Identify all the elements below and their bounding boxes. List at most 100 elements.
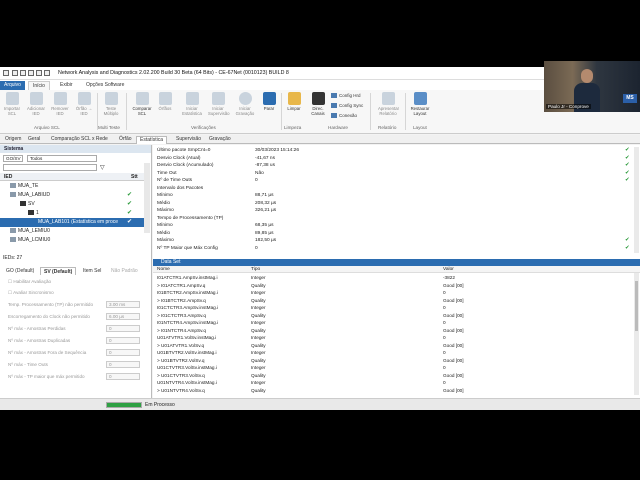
compare-scl-button[interactable]: Comparar SCL	[132, 92, 152, 116]
group-label: Verificações	[191, 125, 216, 130]
ok-icon: ✔	[126, 219, 132, 225]
tree-item[interactable]: SV ✔	[0, 200, 144, 209]
group-label: Layout	[413, 125, 427, 130]
config-hrd-button[interactable]: Config Hrd	[331, 93, 361, 99]
tab-sv-default[interactable]: SV (Default)	[40, 267, 77, 275]
start-statistics-button[interactable]: Iniciar Estatística	[182, 92, 202, 116]
clock-input[interactable]: 6.00 µs	[106, 313, 140, 320]
search-input[interactable]	[3, 164, 97, 171]
tab-geral[interactable]: Geral	[25, 136, 43, 144]
tab-comparacao[interactable]: Comparação SCL x Rede	[48, 136, 111, 144]
clear-button[interactable]: Limpar	[284, 92, 304, 111]
stop-icon	[262, 92, 276, 105]
direct-channels-button[interactable]: Direc. Canais	[308, 92, 328, 116]
prop-eval-sync[interactable]: ☐ Avaliar Sincronismo	[8, 290, 54, 296]
save-icon[interactable]	[28, 70, 34, 76]
stat-row: Mínimo 68,35 µs	[157, 222, 635, 229]
report-button[interactable]: Apresentar Relatório	[378, 92, 399, 116]
dropdown-icon[interactable]	[44, 70, 50, 76]
table-row[interactable]: I01ATCTR1.AmpSv.instMag.i Integer -3822	[153, 274, 633, 282]
cell-nome: U01BTVTR2.VolSv.instMag.i	[157, 350, 217, 355]
stat-row: Médio 208,32 µs	[157, 200, 635, 207]
tree-item[interactable]: MUA_TE	[0, 182, 144, 191]
orphans-button[interactable]: Órfãos	[155, 92, 175, 111]
add-ied-button[interactable]: Adicionar IED	[26, 92, 46, 116]
tab-origem[interactable]: Origem	[2, 136, 24, 144]
print-icon[interactable]	[36, 70, 42, 76]
seq-input[interactable]: 0	[106, 349, 140, 356]
ied-icon	[10, 192, 16, 198]
tp-max-input[interactable]: 0	[106, 373, 140, 380]
ok-icon: ✔	[625, 177, 630, 183]
import-scl-button[interactable]: Importar SCL	[2, 92, 22, 116]
filter-icon[interactable]: ▽	[100, 164, 105, 171]
tree-item[interactable]: MUA_LABIUD ✔	[0, 191, 144, 200]
cell-valor: 0	[443, 305, 446, 310]
tab-supervisao[interactable]: Supervisão	[173, 136, 204, 144]
tab-estatistica[interactable]: Estatística	[136, 136, 168, 144]
orphan-icon	[77, 92, 91, 105]
orphan-to-ied-button[interactable]: Órfão → IED	[74, 92, 94, 116]
prop-label: Temp. Processamento (TP) não permitido	[8, 302, 94, 307]
table-row[interactable]: U01ATVTR1.VolSv.instMag.i Integer 0	[153, 334, 633, 342]
remove-ied-button[interactable]: Remover IED	[50, 92, 70, 116]
table-row[interactable]: > U01NTVTR4.VolSv.q Quality Good [00]	[153, 387, 633, 395]
tab-gravacao[interactable]: Gravação	[206, 136, 234, 144]
stat-label: Nº TP Maior que Máx Config	[157, 245, 218, 251]
table-row[interactable]: I01BTCTR2.AmpSv.instMag.i Integer 0	[153, 289, 633, 297]
config-sync-button[interactable]: Config Sync	[331, 103, 363, 109]
table-row[interactable]: U01CTVTR3.VolSv.instMag.i Integer 0	[153, 364, 633, 372]
tree-item-selected[interactable]: MUA_LAB101 (Estatística em proce ✔	[0, 218, 144, 227]
table-row[interactable]: U01BTVTR2.VolSv.instMag.i Integer 0	[153, 349, 633, 357]
table-row[interactable]: U01NTVTR4.VolSv.instMag.i Integer 0	[153, 379, 633, 387]
stop-button[interactable]: Parar	[259, 92, 279, 111]
table-row[interactable]: > I01CTCTR3.AmpSv.q Quality Good [00]	[153, 312, 633, 320]
tab-arquivo[interactable]: Arquivo	[0, 81, 25, 90]
restore-layout-button[interactable]: Restaurar Layout	[410, 92, 430, 116]
tab-go-default[interactable]: GO (Default)	[3, 267, 37, 275]
tree-item[interactable]: MUA_LEMIU0	[0, 227, 144, 236]
cell-tipo: Quality	[251, 357, 266, 363]
tree-item[interactable]: 1 ✔	[0, 209, 144, 218]
connection-button[interactable]: Conexão	[331, 113, 357, 119]
table-row[interactable]: > I01BTCTR2.AmpSv.q Quality Good [00]	[153, 297, 633, 305]
multi-test-button[interactable]: Teste Múltiplo	[101, 92, 121, 116]
tab-orfao[interactable]: Órfão	[116, 136, 135, 144]
protocol-filter[interactable]: GO/SV	[3, 155, 23, 162]
timeout-input[interactable]: 0	[106, 361, 140, 368]
tab-nao-padrao[interactable]: Não Padrão	[108, 267, 141, 275]
report-icon	[381, 92, 395, 105]
lost-input[interactable]: 0	[106, 325, 140, 332]
table-row[interactable]: I01NTCTR4.AmpSv.instMag.i Integer 0	[153, 319, 633, 327]
stat-label: Médio	[157, 230, 171, 236]
scrollbar[interactable]	[634, 273, 639, 395]
dup-input[interactable]: 0	[106, 337, 140, 344]
col-nome: Nome	[157, 267, 170, 272]
scrollbar[interactable]	[144, 163, 150, 233]
stat-value: 89,85 µs	[255, 230, 274, 236]
tab-exibir[interactable]: Exibir	[56, 81, 77, 90]
table-row[interactable]: > U01CTVTR3.VolSv.q Quality Good [00]	[153, 372, 633, 380]
status-filter[interactable]: Todos	[27, 155, 97, 162]
prop-enable-eval[interactable]: ☐ Habilitar Avaliação	[8, 279, 51, 285]
tree-item[interactable]: MUA_LCMIU0	[0, 236, 144, 245]
tp-input[interactable]: 3.00 ms	[106, 301, 140, 308]
start-supervision-button[interactable]: Iniciar Supervisão	[208, 92, 230, 116]
scroll-thumb[interactable]	[635, 281, 638, 331]
table-row[interactable]: > I01ATCTR1.AmpSv.q Quality Good [00]	[153, 282, 633, 290]
table-row[interactable]: > U01ATVTR1.VolSv.q Quality Good [00]	[153, 342, 633, 350]
tab-opcoes-software[interactable]: Opções Software	[82, 81, 128, 90]
cell-tipo: Quality	[251, 282, 266, 288]
table-row[interactable]: I01CTCTR3.AmpSv.instMag.i Integer 0	[153, 304, 633, 312]
scrollbar[interactable]	[634, 147, 639, 253]
tab-inicio[interactable]: Início	[28, 81, 50, 90]
cell-valor: 0	[443, 290, 446, 295]
tab-item-sel[interactable]: Item Sel	[80, 267, 104, 275]
table-row[interactable]: > U01BTVTR2.VolSv.q Quality Good [00]	[153, 357, 633, 365]
table-row[interactable]: > I01NTCTR4.AmpSv.q Quality Good [00]	[153, 327, 633, 335]
cell-nome: I01BTCTR2.AmpSv.instMag.i	[157, 290, 218, 295]
new-icon[interactable]	[12, 70, 18, 76]
start-recording-button[interactable]: Iniciar Gravação	[235, 92, 255, 116]
window-title: Network Analysis and Diagnostics 2.02.20…	[58, 70, 289, 76]
open-icon[interactable]	[20, 70, 26, 76]
